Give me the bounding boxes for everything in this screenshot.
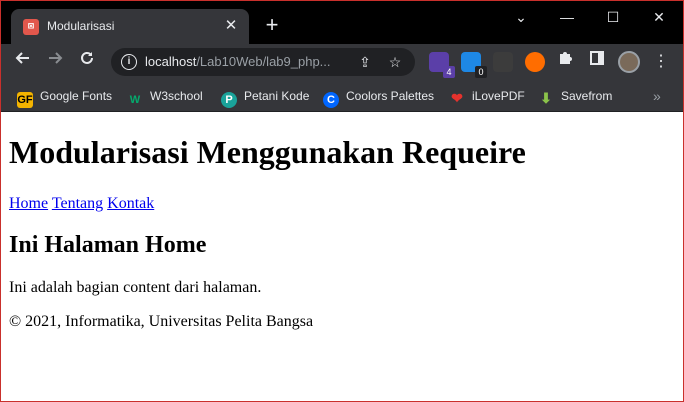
google-fonts-icon: GF (17, 92, 33, 108)
browser-toolbar: i localhost/Lab10Web/lab9_php... ⇪ ☆ 4 0… (1, 44, 683, 80)
extension-2-badge: 0 (475, 66, 487, 78)
browser-window: ⊠ Modularisasi ✕ + ⌄ — ☐ ✕ i localhost/L… (0, 0, 684, 402)
content-text: Ini adalah bagian content dari halaman. (9, 279, 262, 296)
bookmark-ilovepdf[interactable]: ❤ iLovePDF (449, 86, 525, 106)
bookmark-star-icon[interactable]: ☆ (385, 52, 405, 72)
title-bar: ⊠ Modularisasi ✕ + ⌄ — ☐ ✕ (1, 1, 683, 44)
extensions-puzzle-icon[interactable] (553, 50, 577, 74)
bookmark-label: Petani Kode (244, 89, 310, 103)
minimize-button[interactable]: — (544, 5, 590, 29)
tab-search-chevron-icon[interactable]: ⌄ (498, 5, 544, 29)
bookmark-google-fonts[interactable]: GF Google Fonts (17, 86, 113, 108)
url-path: /Lab10Web/lab9_php... (196, 54, 331, 69)
forward-arrow-icon (49, 52, 63, 64)
share-icon[interactable]: ⇪ (355, 52, 375, 72)
tab-title: Modularisasi (47, 19, 115, 33)
bookmark-coolors[interactable]: C Coolors Palettes (323, 86, 435, 108)
page-nav: Home Tentang Kontak (9, 195, 675, 213)
bookmark-label: Google Fonts (40, 89, 113, 103)
nav-link-tentang[interactable]: Tentang (52, 195, 103, 212)
profile-avatar[interactable] (618, 51, 640, 73)
page-content: Modularisasi Menggunakan Requeire Home T… (1, 113, 683, 401)
bookmark-label: W3school (150, 89, 203, 103)
extension-1-badge: 4 (443, 66, 455, 78)
browser-tab[interactable]: ⊠ Modularisasi ✕ (11, 9, 249, 44)
bookmark-savefrom[interactable]: ⬇ Savefrom (538, 86, 612, 106)
section-heading: Ini Halaman Home (9, 232, 207, 258)
extension-1-icon[interactable]: 4 (429, 52, 455, 78)
page-heading: Modularisasi Menggunakan Requeire (9, 134, 526, 170)
maximize-button[interactable]: ☐ (590, 5, 636, 29)
savefrom-icon: ⬇ (540, 90, 552, 106)
coolors-icon: C (323, 92, 339, 108)
nav-link-kontak[interactable]: Kontak (107, 195, 154, 212)
bookmark-petani-kode[interactable]: P Petani Kode (221, 86, 310, 108)
bookmark-label: iLovePDF (472, 89, 525, 103)
bookmarks-bar: GF Google Fonts W W3school P Petani Kode CC… (1, 80, 683, 112)
extension-3-icon[interactable] (493, 52, 513, 72)
url-host: localhost (145, 54, 197, 69)
bookmark-label: Coolors Palettes (346, 89, 435, 103)
ilovepdf-icon: ❤ (451, 90, 463, 106)
new-tab-button[interactable]: + (259, 12, 285, 38)
address-bar[interactable]: i localhost/Lab10Web/lab9_php... ⇪ ☆ (111, 48, 415, 76)
petani-kode-icon: P (221, 92, 237, 108)
forward-button[interactable] (43, 50, 67, 74)
back-arrow-icon (15, 52, 29, 64)
extension-2-icon[interactable]: 0 (461, 52, 487, 78)
browser-menu-icon[interactable]: ⋮ (649, 50, 673, 74)
address-url: localhost/Lab10Web/lab9_php... (145, 54, 331, 69)
xampp-favicon-icon: ⊠ (23, 19, 39, 35)
w3school-icon: W (129, 94, 141, 106)
site-info-icon[interactable]: i (121, 54, 137, 70)
bookmark-label: Savefrom (561, 89, 613, 103)
side-panel-icon[interactable] (585, 50, 609, 74)
nav-link-home[interactable]: Home (9, 195, 48, 212)
footer-text: © 2021, Informatika, Universitas Pelita … (9, 313, 314, 330)
tab-close-icon[interactable]: ✕ (221, 16, 241, 36)
puzzle-icon (560, 52, 572, 64)
extension-4-icon[interactable] (525, 52, 545, 72)
bookmark-w3school[interactable]: W W3school (127, 86, 203, 106)
reload-button[interactable] (75, 50, 99, 74)
back-button[interactable] (11, 50, 35, 74)
panel-icon (590, 51, 604, 65)
reload-icon (81, 51, 93, 64)
bookmarks-overflow-icon[interactable]: » (653, 86, 661, 106)
close-window-button[interactable]: ✕ (636, 5, 682, 29)
